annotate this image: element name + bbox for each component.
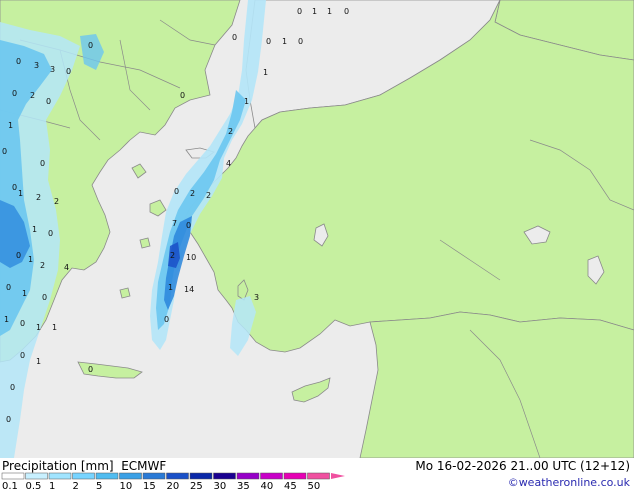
map-value-label: 0	[266, 37, 271, 46]
map-value-label: 1	[244, 97, 249, 106]
scale-label: 30	[214, 481, 227, 490]
scale-label: 35	[237, 481, 250, 490]
map-value-label: 0	[186, 221, 191, 230]
map-value-label: 0	[6, 415, 11, 424]
scale-color-box	[307, 472, 330, 480]
scale-label: 0.1	[2, 481, 18, 490]
scale-label: 5	[96, 481, 102, 490]
scale-color-box	[72, 472, 95, 480]
map-value-label: 0	[12, 183, 17, 192]
map-value-label: 0	[164, 315, 169, 324]
scale-label: 40	[261, 481, 274, 490]
scale-labels: 0.1 0.5 1 2 5 10 15 20 25 30 35 40 45 50	[2, 481, 320, 490]
map-value-label: 0	[232, 33, 237, 42]
map-value-label: 4	[226, 159, 231, 168]
legend-title-text: Precipitation [mm]	[2, 459, 114, 473]
map-value-label: 0	[16, 57, 21, 66]
map-value-label: 0	[42, 293, 47, 302]
map-value-label: 0	[40, 159, 45, 168]
map-value-label: 0	[10, 383, 15, 392]
scale-color-box	[1, 472, 25, 480]
scale-arrow-tip	[331, 473, 345, 479]
scale-color-box	[260, 472, 283, 480]
map-value-label: 0	[298, 37, 303, 46]
scale-color-box	[236, 472, 260, 480]
map-value-label: 1	[4, 315, 9, 324]
scale-color-box	[213, 472, 236, 480]
scale-label: 0.5	[26, 481, 42, 490]
map-value-label: 0	[344, 7, 349, 16]
scale-label: 10	[120, 481, 133, 490]
map-value-label: 0	[88, 41, 93, 50]
scale-label: 45	[284, 481, 297, 490]
map-value-label: 2	[54, 197, 59, 206]
scale-color-box	[95, 472, 119, 480]
map-value-label: 0	[2, 147, 7, 156]
aegean-island-4	[119, 287, 131, 299]
scale-color-box	[119, 472, 142, 480]
scale-label: 25	[190, 481, 203, 490]
map-value-label: 2	[36, 193, 41, 202]
map-value-label: 1	[32, 225, 37, 234]
scale-color-box	[25, 472, 48, 480]
map-value-label: 1	[168, 283, 173, 292]
map-value-label: 0	[174, 187, 179, 196]
map-value-label: 3	[254, 293, 259, 302]
map-value-label: 1	[28, 255, 33, 264]
map-value-label: 0	[297, 7, 302, 16]
map-value-label: 0	[12, 89, 17, 98]
map-value-label: 3	[34, 61, 39, 70]
levant-land	[359, 311, 634, 458]
map-value-label: 14	[184, 285, 194, 294]
map-value-label: 0	[46, 97, 51, 106]
map-value-label: 0	[66, 67, 71, 76]
scale-label: 1	[49, 481, 55, 490]
map-value-label: 1	[8, 121, 13, 130]
precipitation-map: 0 1 1 00100 3 3 00200 01012 2010 12 401 01 0 1 1000101…	[0, 0, 634, 458]
scale-label: 15	[143, 481, 156, 490]
map-value-label: 1	[36, 323, 41, 332]
scale-color-box	[189, 472, 213, 480]
weather-map-view: 0110010033002000101220101240101011000101…	[0, 0, 634, 490]
map-value-label: 0	[20, 319, 25, 328]
map-value-label: 2	[228, 127, 233, 136]
aegean-island-3	[139, 237, 151, 249]
map-value-label: 1	[327, 7, 332, 16]
map-value-label: 0	[20, 351, 25, 360]
map-value-label: 1	[282, 37, 287, 46]
scale-color-box	[48, 472, 72, 480]
legend-title: Precipitation [mm] ECMWF	[2, 459, 166, 473]
scale-boxes	[1, 472, 345, 480]
scale-label: 20	[167, 481, 180, 490]
map-value-label: 0	[180, 91, 185, 100]
map-value-label: 1	[263, 68, 268, 77]
map-value-label: 4	[64, 263, 69, 272]
map-value-label: 1	[52, 323, 57, 332]
map-value-label: 0	[48, 229, 53, 238]
map-value-label: 10	[186, 253, 196, 262]
map-value-label: 2	[206, 191, 211, 200]
precip-color-scale: 0.1 0.5 1 2 5 10 15 20 25 30 35 40 45 50	[1, 472, 345, 490]
scale-color-box	[142, 472, 166, 480]
map-value-label: 2	[30, 91, 35, 100]
map-value-label: 1	[18, 189, 23, 198]
map-value-label: 1	[36, 357, 41, 366]
scale-color-box	[283, 472, 307, 480]
map-value-label: 1	[22, 289, 27, 298]
map-value-label: 3	[50, 65, 55, 74]
scale-label: 50	[308, 481, 321, 490]
map-value-label: 1	[312, 7, 317, 16]
map-value-label: 2	[190, 189, 195, 198]
scale-label: 2	[73, 481, 79, 490]
forecast-datetime: Mo 16-02-2026 21..00 UTC (12+12)	[415, 459, 630, 473]
map-value-label: 7	[172, 219, 177, 228]
map-value-label: 0	[6, 283, 11, 292]
map-value-label: 0	[88, 365, 93, 374]
legend-model: ECMWF	[121, 459, 167, 473]
scale-color-box	[166, 472, 189, 480]
map-value-label: 2	[170, 251, 175, 260]
map-value-label: 0	[16, 251, 21, 260]
map-value-label: 2	[40, 261, 45, 270]
